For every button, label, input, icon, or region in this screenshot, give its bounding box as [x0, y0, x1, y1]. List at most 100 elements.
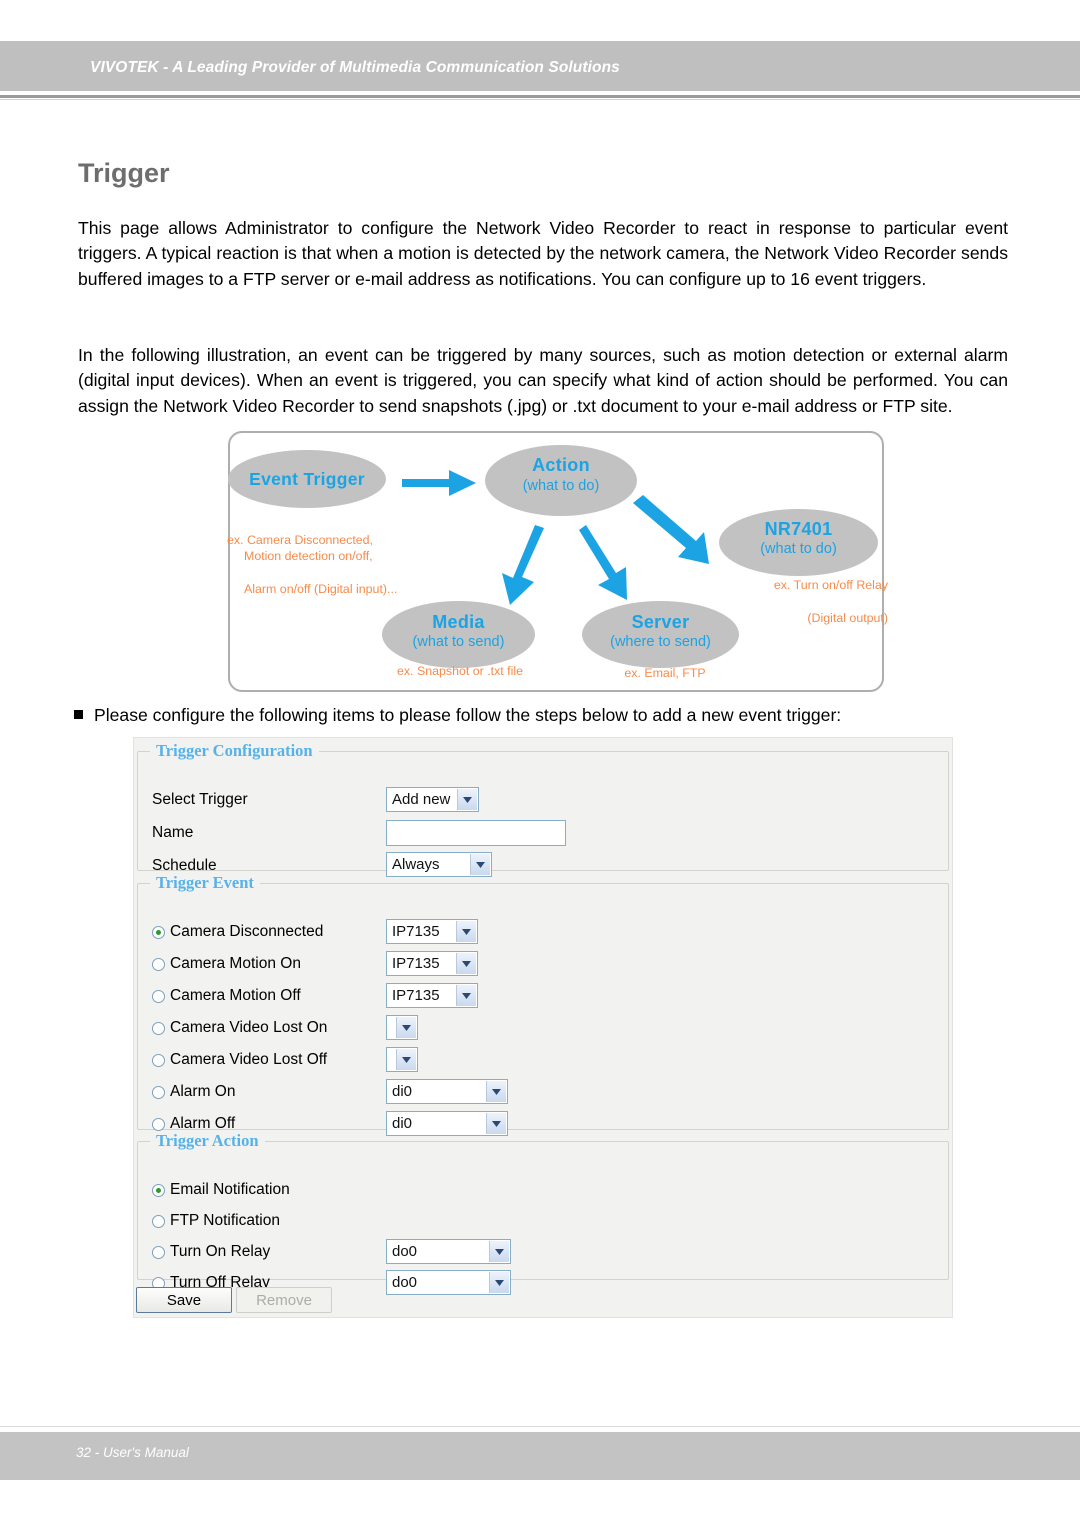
- trigger-event-row[interactable]: Camera Motion On: [152, 949, 301, 979]
- trigger-event-dropdown[interactable]: IP7135: [386, 951, 478, 976]
- fieldset-trigger-configuration-legend: Trigger Configuration: [156, 741, 313, 760]
- footer-page-label: 32 - User's Manual: [76, 1445, 189, 1460]
- trigger-name-input[interactable]: [386, 820, 566, 846]
- chevron-down-icon: [486, 1081, 506, 1102]
- trigger-action-radio[interactable]: [152, 1214, 165, 1228]
- trigger-event-dropdown-value: IP7135: [392, 955, 440, 972]
- remove-button: Remove: [236, 1287, 332, 1313]
- trigger-event-radio[interactable]: [152, 1085, 165, 1099]
- arrow-event-to-action: [402, 470, 476, 496]
- trigger-event-dropdown-value: IP7135: [392, 923, 440, 940]
- diagram-node-action-sub: (what to do): [522, 478, 600, 494]
- page-header-title: VIVOTEK - A Leading Provider of Multimed…: [90, 59, 620, 76]
- diagram-note-event-trigger-line2: Motion detection on/off,: [244, 549, 373, 563]
- trigger-event-dropdown-value: di0: [392, 1083, 413, 1100]
- schedule-value: Always: [392, 856, 440, 873]
- trigger-event-dropdown[interactable]: [386, 1015, 418, 1040]
- fieldset-trigger-action-legend: Trigger Action: [156, 1131, 259, 1150]
- trigger-event-radio[interactable]: [152, 1053, 165, 1067]
- arrow-action-to-media: [502, 525, 544, 605]
- diagram-note-nr7401-line1: ex. Turn on/off Relay: [773, 577, 888, 592]
- trigger-settings-panel: Trigger Configuration Select Trigger Add…: [133, 737, 953, 1318]
- trigger-action-row[interactable]: FTP Notification: [152, 1206, 280, 1236]
- diagram-node-nr7401-sub: (what to do): [760, 541, 837, 557]
- trigger-action-radio[interactable]: [152, 1183, 165, 1197]
- intro-paragraph-1: This page allows Administrator to config…: [78, 217, 1008, 290]
- diagram-note-event-trigger-line3: Alarm on/off (Digital input)...: [244, 582, 398, 596]
- diagram-node-event-trigger: Event Trigger: [228, 450, 386, 508]
- trigger-event-radio[interactable]: [152, 957, 165, 971]
- diagram-node-action: Action (what to do): [485, 445, 637, 516]
- diagram-note-event-trigger: ex. Camera Disconnected, Motion detectio…: [227, 515, 467, 614]
- trigger-event-dropdown[interactable]: IP7135: [386, 983, 478, 1008]
- chevron-down-icon: [457, 789, 477, 810]
- event-flow-diagram: Event Trigger Action (what to do) NR7401…: [227, 431, 888, 692]
- trigger-event-label: Alarm On: [170, 1083, 236, 1100]
- trigger-event-row[interactable]: Camera Video Lost Off: [152, 1045, 327, 1075]
- footer-white-strip: [0, 1480, 1080, 1527]
- diagram-node-server-title: Server: [631, 612, 690, 632]
- diagram-note-event-trigger-line1: ex. Camera Disconnected,: [227, 532, 374, 547]
- chevron-down-icon: [470, 854, 490, 875]
- trigger-event-radio[interactable]: [152, 989, 165, 1003]
- row-select-trigger: Select Trigger: [152, 785, 248, 815]
- trigger-event-row[interactable]: Camera Motion Off: [152, 981, 301, 1011]
- trigger-action-row[interactable]: Turn On Relay: [152, 1237, 270, 1267]
- trigger-action-dropdown[interactable]: do0: [386, 1270, 511, 1295]
- trigger-event-label: Camera Motion Off: [170, 987, 301, 1004]
- page-title: Trigger: [78, 158, 170, 189]
- arrow-action-to-nr7401: [633, 495, 709, 564]
- diagram-node-media-sub: (what to send): [412, 634, 505, 650]
- trigger-event-row[interactable]: Camera Disconnected: [152, 917, 323, 947]
- diagram-node-media-title: Media: [432, 612, 485, 632]
- select-trigger-dropdown[interactable]: Add new: [386, 787, 479, 812]
- diagram-node-nr7401-title: NR7401: [764, 519, 833, 539]
- label-name: Name: [152, 824, 194, 841]
- trigger-event-label: Camera Video Lost Off: [170, 1051, 328, 1068]
- trigger-event-dropdown-value: IP7135: [392, 987, 440, 1004]
- trigger-action-label: FTP Notification: [170, 1212, 280, 1229]
- header-divider: [0, 95, 1080, 98]
- trigger-event-radio[interactable]: [152, 925, 165, 939]
- header-divider-light: [0, 99, 1080, 100]
- trigger-event-label: Camera Motion On: [170, 955, 301, 972]
- trigger-event-row[interactable]: Alarm On: [152, 1077, 235, 1107]
- bullet-instruction-text: Please configure the following items to …: [94, 705, 842, 725]
- trigger-event-radio[interactable]: [152, 1117, 165, 1131]
- trigger-action-radio[interactable]: [152, 1245, 165, 1259]
- trigger-event-dropdown[interactable]: di0: [386, 1079, 508, 1104]
- footer-divider: [0, 1426, 1080, 1427]
- fieldset-trigger-event-legend: Trigger Event: [156, 873, 254, 892]
- trigger-event-label: Camera Disconnected: [170, 923, 324, 940]
- intro-paragraph-2: In the following illustration, an event …: [78, 344, 1008, 417]
- diagram-note-media: ex. Snapshot or .txt file: [396, 664, 524, 678]
- chevron-down-icon: [489, 1272, 509, 1293]
- chevron-down-icon: [396, 1049, 416, 1070]
- fieldset-trigger-action: Trigger Action Email Notification FTP Not…: [137, 1131, 949, 1295]
- fieldset-trigger-configuration: Trigger Configuration Select Trigger Add…: [137, 741, 949, 877]
- trigger-event-dropdown[interactable]: [386, 1047, 418, 1072]
- trigger-event-dropdown-value: di0: [392, 1115, 413, 1132]
- bullet-instruction: Please configure the following items to …: [74, 705, 1024, 726]
- trigger-event-label: Camera Video Lost On: [170, 1019, 328, 1036]
- trigger-event-radio[interactable]: [152, 1021, 165, 1035]
- trigger-event-dropdown[interactable]: IP7135: [386, 919, 478, 944]
- label-select-trigger: Select Trigger: [152, 791, 248, 808]
- trigger-action-label: Email Notification: [170, 1181, 290, 1198]
- row-name: Name: [152, 818, 193, 848]
- diagram-node-server: Server (where to send): [582, 601, 739, 668]
- diagram-node-action-title: Action: [532, 455, 590, 475]
- chevron-down-icon: [456, 953, 476, 974]
- diagram-node-server-sub: (where to send): [610, 634, 711, 650]
- trigger-action-row[interactable]: Email Notification: [152, 1175, 290, 1205]
- diagram-note-nr7401-line2: (Digital output): [807, 610, 888, 625]
- arrow-action-to-server: [579, 525, 627, 600]
- save-button[interactable]: Save: [136, 1287, 232, 1313]
- diagram-note-nr7401: ex. Turn on/off Relay (Digital output): [728, 560, 888, 626]
- select-trigger-value: Add new: [392, 791, 451, 808]
- bullet-square-icon: [74, 710, 83, 719]
- trigger-action-dropdown[interactable]: do0: [386, 1239, 511, 1264]
- trigger-event-row[interactable]: Camera Video Lost On: [152, 1013, 327, 1043]
- trigger-action-label: Turn On Relay: [170, 1243, 271, 1260]
- chevron-down-icon: [456, 921, 476, 942]
